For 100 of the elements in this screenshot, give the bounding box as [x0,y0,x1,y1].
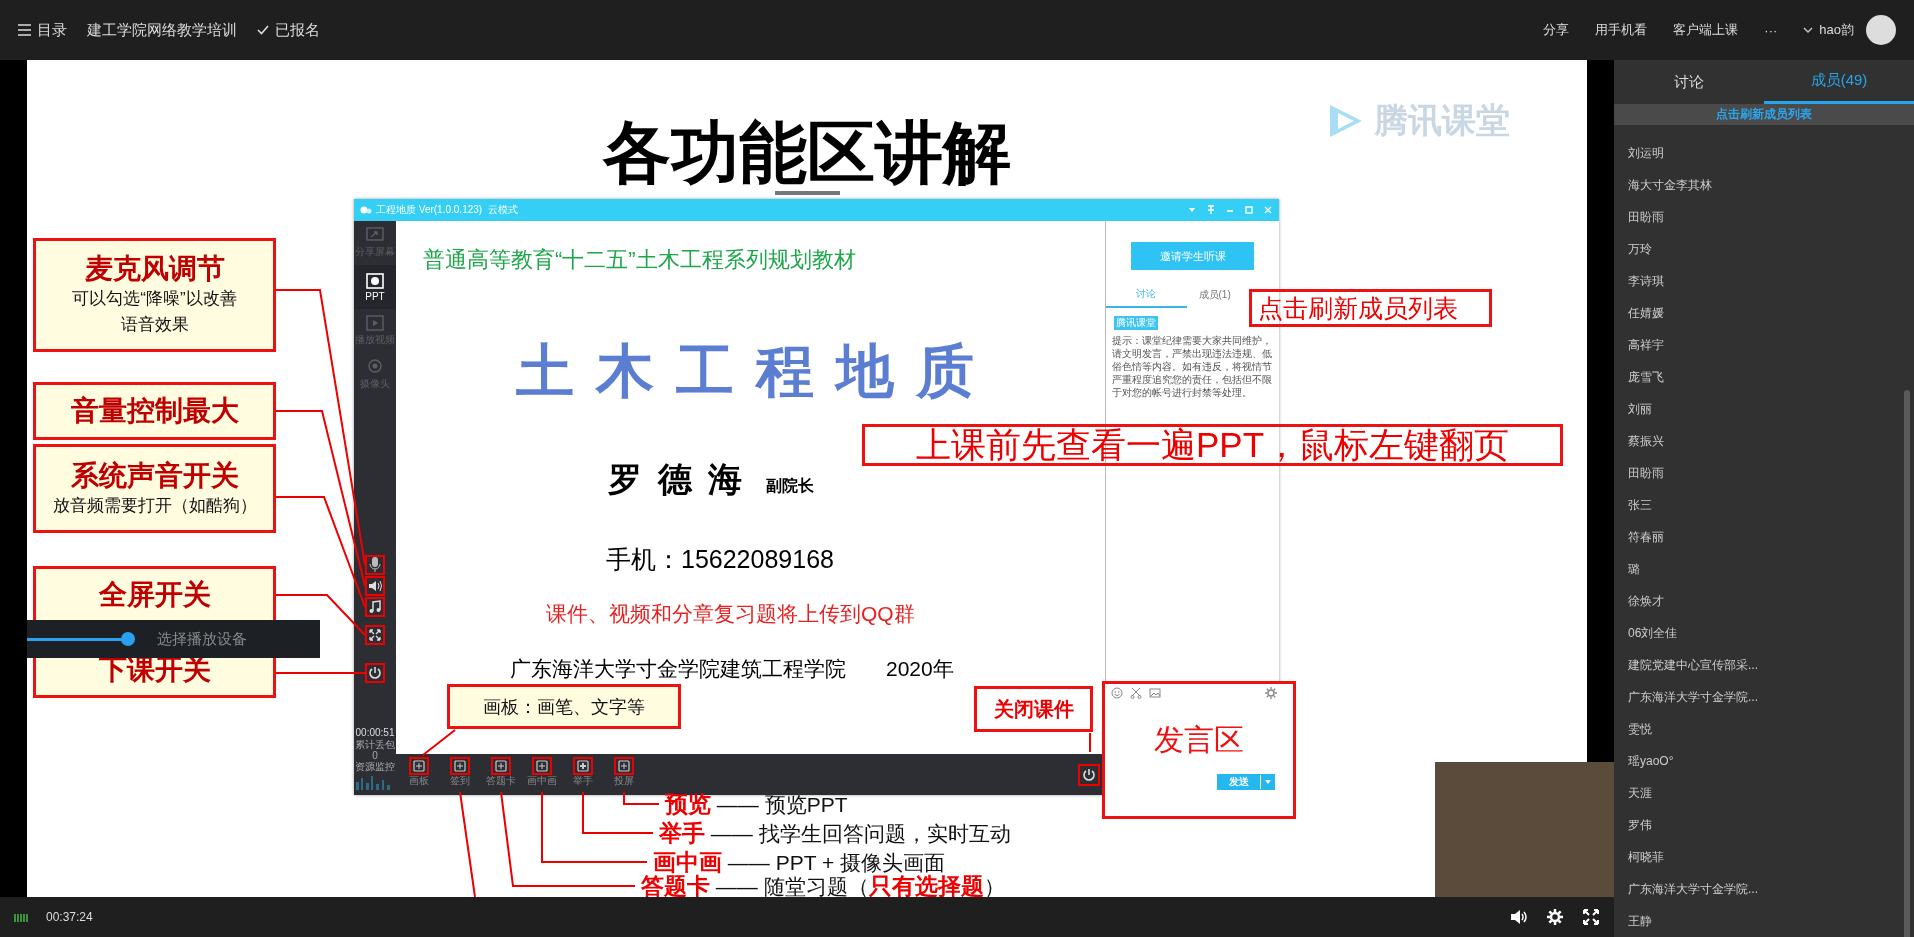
member-name[interactable]: 田盼雨 [1614,457,1914,489]
member-name[interactable]: 06刘全佳 [1614,617,1914,649]
callout-title: 系统声音开关 [70,458,239,493]
member-name[interactable]: 徐焕才 [1614,585,1914,617]
power-icon[interactable] [1078,764,1100,786]
app-title: 工程地质 Ver(1.0.0.123) 云模式 [376,203,518,217]
sidebar-tab[interactable]: 讨论 [1614,60,1764,104]
stat-label: 资源监控 [355,761,395,772]
microphone-icon[interactable] [365,555,385,575]
camera-icon [366,359,384,375]
member-name[interactable]: 罗伟 [1614,809,1914,841]
toolbar-button[interactable]: 答题卡 [484,754,518,787]
plus-box-icon [413,760,425,772]
select-device-label[interactable]: 选择播放设备 [157,629,247,649]
toolbar-button[interactable]: 投屏 [607,754,641,787]
member-name[interactable]: 万玲 [1614,233,1914,265]
power-icon[interactable] [365,663,385,683]
app-logo-icon [360,205,372,215]
callout-text: 关闭课件 [993,696,1074,722]
play-video-icon [366,315,384,331]
toolbar-feature-note: 预览 —— 预览PPT [665,790,848,819]
session-timer: 00:00:51 [355,727,395,739]
volume-icon[interactable] [1510,909,1528,925]
stat-label: 0 [372,750,378,761]
member-name[interactable]: 刘丽 [1614,393,1914,425]
member-name[interactable]: 璐 [1614,553,1914,585]
member-name[interactable]: 任婧媛 [1614,297,1914,329]
upload-notice: 课件、视频和分章复习题将上传到QQ群 [546,601,915,627]
year-label: 2020年 [886,656,954,682]
toolbar-button[interactable]: 举手 [566,754,600,787]
member-name[interactable]: 庞雪飞 [1614,361,1914,393]
member-name[interactable]: 海大寸金李其林 [1614,169,1914,201]
member-name[interactable]: 广东海洋大学寸金学院... [1614,681,1914,713]
callout-title: 音量控制最大 [70,394,239,428]
plus-box-icon [577,760,589,772]
playback-time: 00:37:24 [46,910,93,924]
share-screen-icon [366,227,384,243]
top-bar-link[interactable]: 用手机看 [1595,21,1648,39]
chat-area-label: 发言区 [1153,722,1245,758]
member-name[interactable]: 建院党建中心宣传部采... [1614,649,1914,681]
member-name[interactable]: 高祥宇 [1614,329,1914,361]
pie-chart-icon [366,272,384,289]
course-name: 土木工程地质 [516,336,996,407]
image-icon[interactable] [1149,687,1161,699]
callout-title: 全屏开关 [98,577,211,612]
top-bar-link[interactable]: 客户端上课 [1673,21,1739,39]
enrolled-status: 已报名 [275,20,320,40]
member-name[interactable]: 符春丽 [1614,521,1914,553]
callout-text: 点击刷新成员列表 [1258,292,1458,324]
member-name[interactable]: 王静 [1614,905,1914,937]
member-name[interactable]: 田盼雨 [1614,201,1914,233]
speaker-icon[interactable] [365,576,385,596]
member-name[interactable]: 瑶yaoO° [1614,745,1914,777]
scrollbar-thumb[interactable] [1904,390,1910,937]
author-name: 罗 德 海 [608,458,744,501]
top-bar-link[interactable]: ··· [1764,22,1778,38]
plus-box-icon [536,760,548,772]
menu-icon [18,24,31,36]
fullscreen-icon[interactable] [365,625,385,645]
series-title: 普通高等教育“十二五”土木工程系列规划教材 [423,246,856,274]
toolbar-button[interactable]: 签到 [443,754,477,787]
catalog-button[interactable]: 目录 [18,20,67,40]
member-name[interactable]: 李诗琪 [1614,265,1914,297]
toolbar-button[interactable]: 画中画 [525,754,559,787]
music-note-icon[interactable] [365,597,385,617]
callout-note: 放音频需要打开（如酷狗） [52,494,257,517]
callout-text: 画板：画笔、文字等 [483,695,645,719]
member-name[interactable]: 刘运明 [1614,137,1914,169]
callout-title: 麦克风调节 [84,252,225,286]
toolbar-feature-note: 画中画 —— PPT + 摄像头画面 [653,848,946,875]
leader-line [1089,732,1091,753]
author-title: 副院长 [765,476,814,496]
course-title: 建工学院网络教学培训 [87,20,237,40]
member-name[interactable]: 广东海洋大学寸金学院... [1614,873,1914,905]
leader-line [422,729,456,756]
chevron-down-icon [1803,26,1814,34]
member-name[interactable]: 雯悦 [1614,713,1914,745]
slide-title: 各功能区讲解 [603,113,1011,192]
member-name[interactable]: 张三 [1614,489,1914,521]
app-nav-item[interactable]: PPT [354,265,396,309]
avatar[interactable] [1866,15,1896,45]
callout-text: 上课前先查看一遍PPT，鼠标左键翻页 [915,423,1510,466]
callout-note: 可以勾选“降噪”以改善语音效果 [71,288,238,336]
member-name[interactable]: 天涯 [1614,777,1914,809]
plus-box-icon [618,760,630,772]
scissors-icon[interactable] [1130,687,1142,699]
phone-number: 手机：15622089168 [606,544,834,575]
toolbar-button[interactable]: 画板 [402,754,436,787]
member-name[interactable]: 柯晓菲 [1614,841,1914,873]
member-name[interactable]: 蔡振兴 [1614,425,1914,457]
toolbar-feature-note: 答题卡 —— 随堂习题（只有选择题） [641,873,1005,897]
school-name: 广东海洋大学寸金学院建筑工程学院 [510,656,846,682]
notice-text: 提示：课堂纪律需要大家共同维护，请文明发言，严禁出现违法违规、低俗色情等内容。如有违反，将视情节严重程度追究您的责任，包括但不限于对您的帐号进行封禁等处理。 [1112,334,1273,399]
check-icon [257,25,269,35]
top-bar-link[interactable]: 分享 [1543,21,1570,39]
user-menu[interactable]: hao韵 [1803,21,1854,39]
toolbar-feature-note: 举手 —— 找学生回答问题，实时互动 [659,819,1011,848]
plus-box-icon [495,760,507,772]
stat-label: 累计丢包 [355,739,395,750]
plus-box-icon [454,760,466,772]
